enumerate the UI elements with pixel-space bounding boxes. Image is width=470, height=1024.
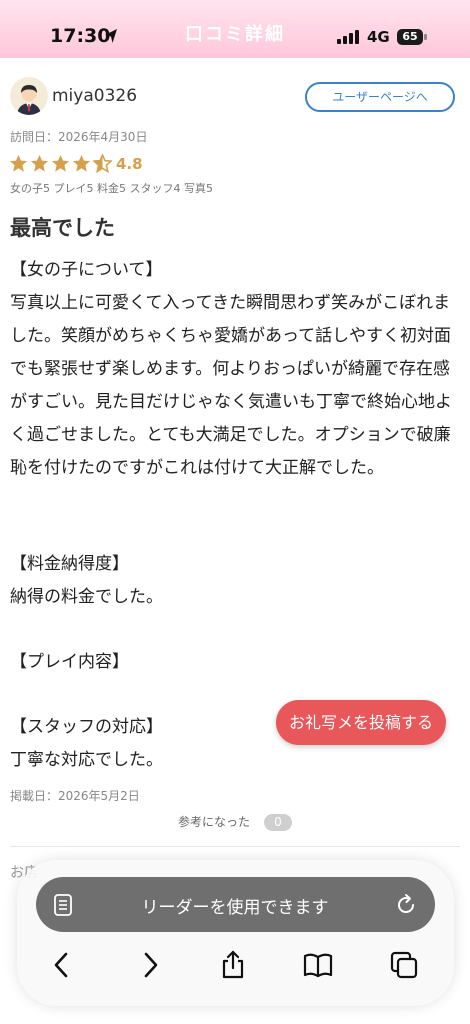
- star-full-icon: [51, 154, 70, 172]
- forward-icon[interactable]: [135, 950, 165, 980]
- post-thanks-photo-button[interactable]: お礼写メを投稿する: [276, 700, 446, 745]
- signal-icon: [337, 30, 359, 44]
- star-half-icon: [93, 154, 112, 173]
- section-body-price: 納得の料金でした。: [10, 587, 163, 607]
- tabs-icon[interactable]: [389, 950, 419, 980]
- star-full-icon: [30, 154, 49, 172]
- star-rating: [9, 154, 112, 174]
- helpful-button[interactable]: 参考になった: [178, 813, 250, 830]
- visit-date: 訪問日：2026年4月30日: [10, 130, 148, 144]
- helpful-count-badge: 0: [264, 814, 292, 831]
- user-avatar-icon: [10, 77, 48, 115]
- back-icon[interactable]: [47, 950, 77, 980]
- section-body-staff: 丁寧な対応でした。: [10, 750, 163, 770]
- section-heading-price: 【料金納得度】: [10, 554, 129, 574]
- section-body-girl: 写真以上に可愛くて入ってきた瞬間思わず笑みがこぼれました。笑顔がめちゃくちゃ愛嬌…: [10, 293, 452, 478]
- reload-icon[interactable]: [394, 893, 418, 917]
- section-heading-girl: 【女の子について】: [10, 260, 163, 280]
- posted-date: 掲載日：2026年5月2日: [10, 789, 140, 803]
- rating-score: 4.8: [116, 155, 143, 173]
- section-heading-play: 【プレイ内容】: [10, 652, 129, 672]
- star-full-icon: [72, 154, 91, 172]
- star-full-icon: [9, 154, 28, 172]
- avatar[interactable]: [10, 77, 48, 115]
- share-icon[interactable]: [218, 950, 248, 980]
- network-type: 4G: [367, 28, 390, 46]
- username[interactable]: miya0326: [52, 86, 137, 106]
- user-page-button[interactable]: ユーザーページへ: [305, 82, 455, 112]
- battery-icon: 65: [397, 29, 427, 45]
- rating-breakdown: 女の子5 プレイ5 料金5 スタッフ4 写真5: [10, 182, 213, 195]
- battery-level: 65: [402, 30, 418, 43]
- review-title: 最高でした: [10, 216, 115, 240]
- bookmarks-icon[interactable]: [303, 950, 333, 980]
- divider: [10, 846, 460, 847]
